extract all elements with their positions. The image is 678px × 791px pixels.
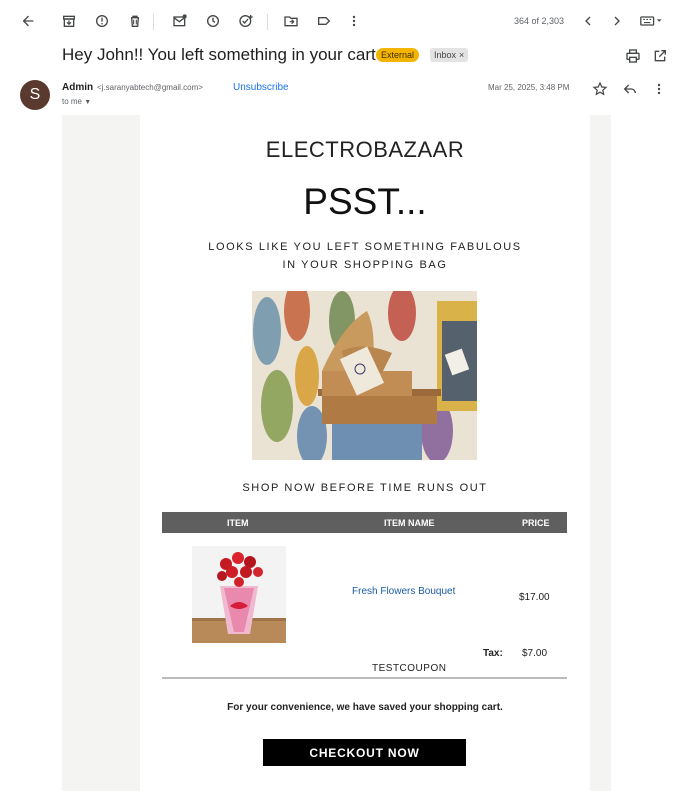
email-toolbar: 364 of 2,303 [0, 0, 678, 42]
print-icon[interactable] [623, 46, 643, 66]
checkout-button[interactable]: CHECKOUT NOW [263, 739, 466, 766]
to-me-label: to me [62, 97, 83, 106]
sender-name: Admin [62, 82, 94, 93]
sender-email: <j.saranyabtech@gmail.com> [97, 83, 203, 92]
product-image[interactable] [192, 546, 286, 643]
email-date: Mar 25, 2025, 3:48 PM [488, 83, 570, 92]
avatar[interactable]: S [20, 80, 50, 110]
cart-table-header: ITEM ITEM NAME PRICE [162, 512, 567, 533]
shop-now-heading: SHOP NOW BEFORE TIME RUNS OUT [242, 482, 488, 494]
more-options-icon[interactable] [649, 79, 669, 99]
tagline-line-1: LOOKS LIKE YOU LEFT SOMETHING FABULOUS [208, 241, 522, 253]
reply-icon[interactable] [620, 79, 640, 99]
header-item: ITEM [227, 518, 249, 528]
email-subject: Hey John!! You left something in your ca… [62, 45, 376, 64]
recipients-toggle[interactable]: to me ▼ [62, 97, 91, 106]
tax-label: Tax: [483, 648, 503, 659]
back-arrow-icon[interactable] [18, 11, 38, 31]
divider [162, 677, 567, 679]
page-count: 364 of 2,303 [514, 16, 565, 26]
move-to-icon[interactable] [281, 11, 301, 31]
star-icon[interactable] [590, 79, 610, 99]
remove-label-icon[interactable]: × [459, 50, 464, 60]
newer-icon[interactable] [578, 11, 598, 31]
convenience-message: For your convenience, we have saved your… [227, 702, 503, 713]
caret-down-icon: ▼ [84, 99, 92, 106]
inbox-label[interactable]: Inbox × [430, 48, 469, 62]
sender-row: S Admin <j.saranyabtech@gmail.com> Unsub… [0, 76, 678, 114]
mark-unread-icon[interactable] [170, 11, 190, 31]
snooze-icon[interactable] [203, 11, 223, 31]
input-tools-icon[interactable] [638, 11, 666, 31]
external-label: External [376, 48, 420, 62]
product-price: $17.00 [519, 592, 550, 603]
subject-row: Hey John!! You left something in your ca… [0, 42, 678, 70]
header-item-name: ITEM NAME [384, 518, 435, 528]
report-spam-icon[interactable] [92, 11, 112, 31]
product-name-link[interactable]: Fresh Flowers Bouquet [352, 586, 455, 597]
archive-icon[interactable] [59, 11, 79, 31]
coupon-code: TESTCOUPON [372, 663, 447, 674]
toolbar-divider [153, 14, 154, 30]
header-price: PRICE [522, 518, 550, 528]
open-new-window-icon[interactable] [650, 46, 670, 66]
tax-value: $7.00 [522, 648, 548, 659]
unsubscribe-link[interactable]: Unsubscribe [233, 82, 289, 93]
hero-image [252, 291, 477, 460]
delete-icon[interactable] [125, 11, 145, 31]
label-icon[interactable] [314, 11, 334, 31]
tagline: LOOKS LIKE YOU LEFT SOMETHING FABULOUS I… [140, 238, 590, 274]
toolbar-divider [267, 14, 268, 30]
inbox-label-text: Inbox [434, 50, 457, 60]
older-icon[interactable] [607, 11, 627, 31]
tagline-line-2: IN YOUR SHOPPING BAG [282, 259, 448, 271]
brand-name: ELECTROBAZAAR [265, 137, 465, 162]
headline: PSST... [303, 181, 427, 222]
more-vert-icon[interactable] [344, 11, 364, 31]
add-task-icon[interactable] [236, 11, 256, 31]
